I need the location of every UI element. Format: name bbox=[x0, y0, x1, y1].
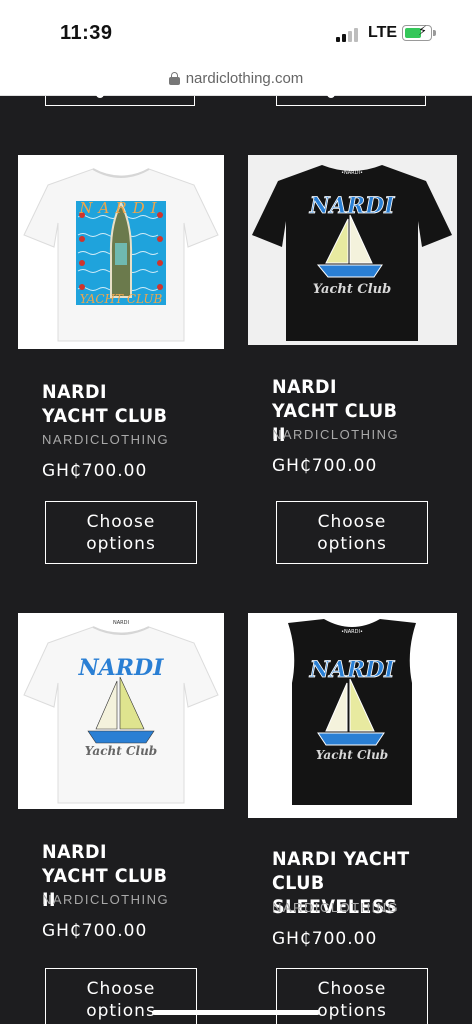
product-price: GH₵700.00 bbox=[42, 921, 148, 941]
battery-icon: ⚡ bbox=[402, 24, 432, 41]
svg-text:NARDI: NARDI bbox=[309, 193, 396, 219]
svg-text:YACHT CLUB: YACHT CLUB bbox=[80, 292, 163, 306]
tshirt-sailboat-white-graphic: NARDI NARDI Yacht Club bbox=[23, 620, 219, 804]
sleeveless-sailboat-graphic: •NARDI• NARDI Yacht Club bbox=[288, 619, 416, 805]
choose-options-label: Choose options bbox=[86, 511, 156, 554]
choose-options-button[interactable]: Choose options bbox=[45, 501, 197, 564]
url-text: nardiclothing.com bbox=[185, 70, 304, 87]
product-vendor: NARDICLOTHING bbox=[42, 892, 170, 907]
status-bar: 11:39 LTE ⚡ bbox=[0, 0, 472, 62]
network-type: LTE bbox=[368, 24, 398, 41]
signal-icon bbox=[336, 28, 358, 42]
status-time: 11:39 bbox=[60, 22, 113, 44]
svg-text:NARDI: NARDI bbox=[78, 199, 162, 217]
svg-text:Yacht Club: Yacht Club bbox=[85, 744, 157, 758]
svg-text:NARDI: NARDI bbox=[78, 655, 165, 681]
url-bar[interactable]: nardiclothing.com bbox=[0, 62, 472, 96]
product-image[interactable]: •NARDI• NARDI Yacht Club bbox=[248, 613, 457, 818]
product-vendor: NARDICLOTHING bbox=[272, 427, 400, 442]
svg-text:•NARDI•: •NARDI• bbox=[341, 170, 363, 176]
product-title[interactable]: NARDI YACHT CLUB bbox=[42, 380, 171, 428]
product-vendor: NARDICLOTHING bbox=[42, 432, 170, 447]
choose-options-button[interactable]: Choose options bbox=[45, 968, 197, 1024]
product-image[interactable]: •NARDI• NARDI Yacht Club bbox=[248, 155, 457, 345]
product-image[interactable]: NARDI NARDI Yacht Club bbox=[18, 613, 224, 809]
product-image[interactable]: NARDI YACHT CLUB bbox=[18, 155, 224, 349]
tshirt-pool-boat-graphic: NARDI YACHT CLUB bbox=[23, 168, 219, 342]
product-vendor: NARDICLOTHING bbox=[272, 900, 400, 915]
choose-options-button[interactable]: Choose options bbox=[276, 968, 428, 1024]
lock-icon bbox=[168, 72, 180, 85]
product-price: GH₵700.00 bbox=[272, 929, 378, 949]
svg-text:NARDI: NARDI bbox=[113, 620, 129, 626]
tshirt-sailboat-black-graphic: •NARDI• NARDI Yacht Club bbox=[252, 165, 452, 341]
choose-options-label: Choose options bbox=[317, 978, 387, 1021]
choose-options-label: Choose options bbox=[317, 511, 387, 554]
product-price: GH₵700.00 bbox=[272, 456, 378, 476]
previous-choose-options-button[interactable] bbox=[45, 90, 195, 106]
battery-cap bbox=[433, 30, 436, 36]
product-price: GH₵700.00 bbox=[42, 461, 148, 481]
choose-options-label: Choose options bbox=[86, 978, 156, 1021]
previous-choose-options-button[interactable] bbox=[276, 90, 426, 106]
svg-text:Yacht Club: Yacht Club bbox=[316, 748, 388, 762]
svg-text:NARDI: NARDI bbox=[309, 657, 396, 683]
home-indicator[interactable] bbox=[152, 1010, 320, 1015]
choose-options-button[interactable]: Choose options bbox=[276, 501, 428, 564]
svg-text:Yacht Club: Yacht Club bbox=[313, 282, 391, 297]
svg-text:•NARDI•: •NARDI• bbox=[341, 629, 363, 635]
